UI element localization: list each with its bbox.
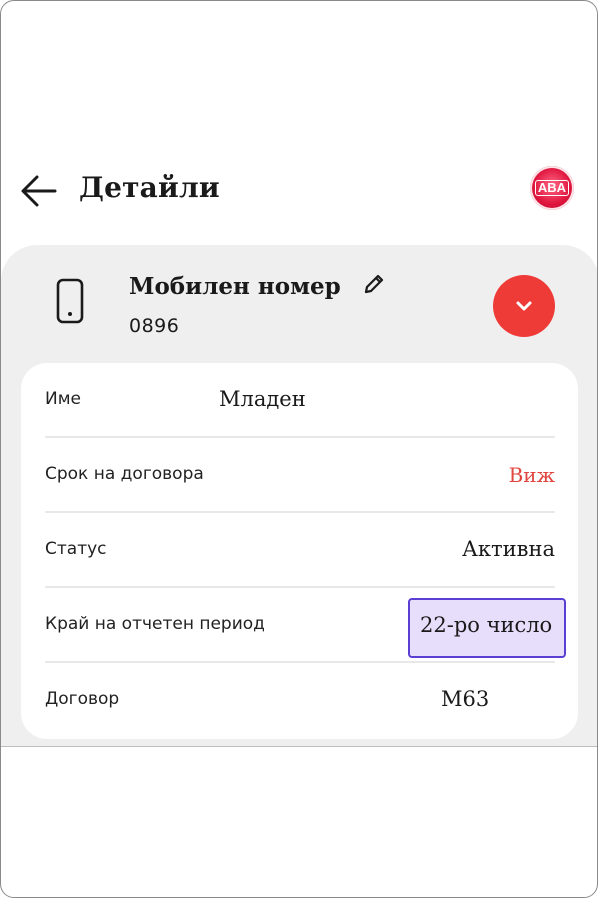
smartphone-icon: [56, 278, 84, 324]
detail-row-name: Име Младен: [45, 363, 555, 438]
view-link[interactable]: Виж: [509, 463, 555, 487]
detail-value: Младен: [219, 387, 306, 411]
phone-number: 0896: [129, 315, 180, 337]
detail-label: Име: [45, 389, 82, 409]
screen: Детайли ABA Мобилен номер 0896 Име Младе…: [0, 0, 598, 898]
avatar-text: ABA: [534, 180, 570, 196]
expand-button[interactable]: [493, 275, 555, 337]
page-title: Детайли: [79, 171, 220, 204]
top-bar: Детайли ABA: [1, 161, 597, 221]
back-button[interactable]: [17, 169, 61, 213]
detail-label: Край на отчетен период: [45, 614, 265, 634]
detail-row-contract-term: Срок на договора Виж: [45, 438, 555, 513]
details-card: Име Младен Срок на договора Виж Статус А…: [21, 363, 578, 739]
detail-row-contract: Договор M63: [45, 663, 555, 738]
chevron-down-icon: [516, 301, 532, 311]
billing-period-value: 22-ро число: [420, 613, 553, 637]
arrow-left-icon: [21, 175, 57, 207]
detail-label: Договор: [45, 689, 120, 709]
panel-bottom-divider: [1, 746, 597, 747]
detail-row-status: Статус Активна: [45, 513, 555, 588]
avatar[interactable]: ABA: [530, 166, 574, 210]
contract-value: M63: [441, 687, 490, 711]
detail-label: Статус: [45, 539, 107, 559]
detail-label: Срок на договора: [45, 464, 204, 484]
account-title: Мобилен номер: [129, 273, 341, 300]
detail-row-billing-period: Край на отчетен период 22-ро число: [45, 588, 555, 663]
status-value: Активна: [462, 537, 555, 561]
pencil-icon[interactable]: [361, 271, 387, 297]
